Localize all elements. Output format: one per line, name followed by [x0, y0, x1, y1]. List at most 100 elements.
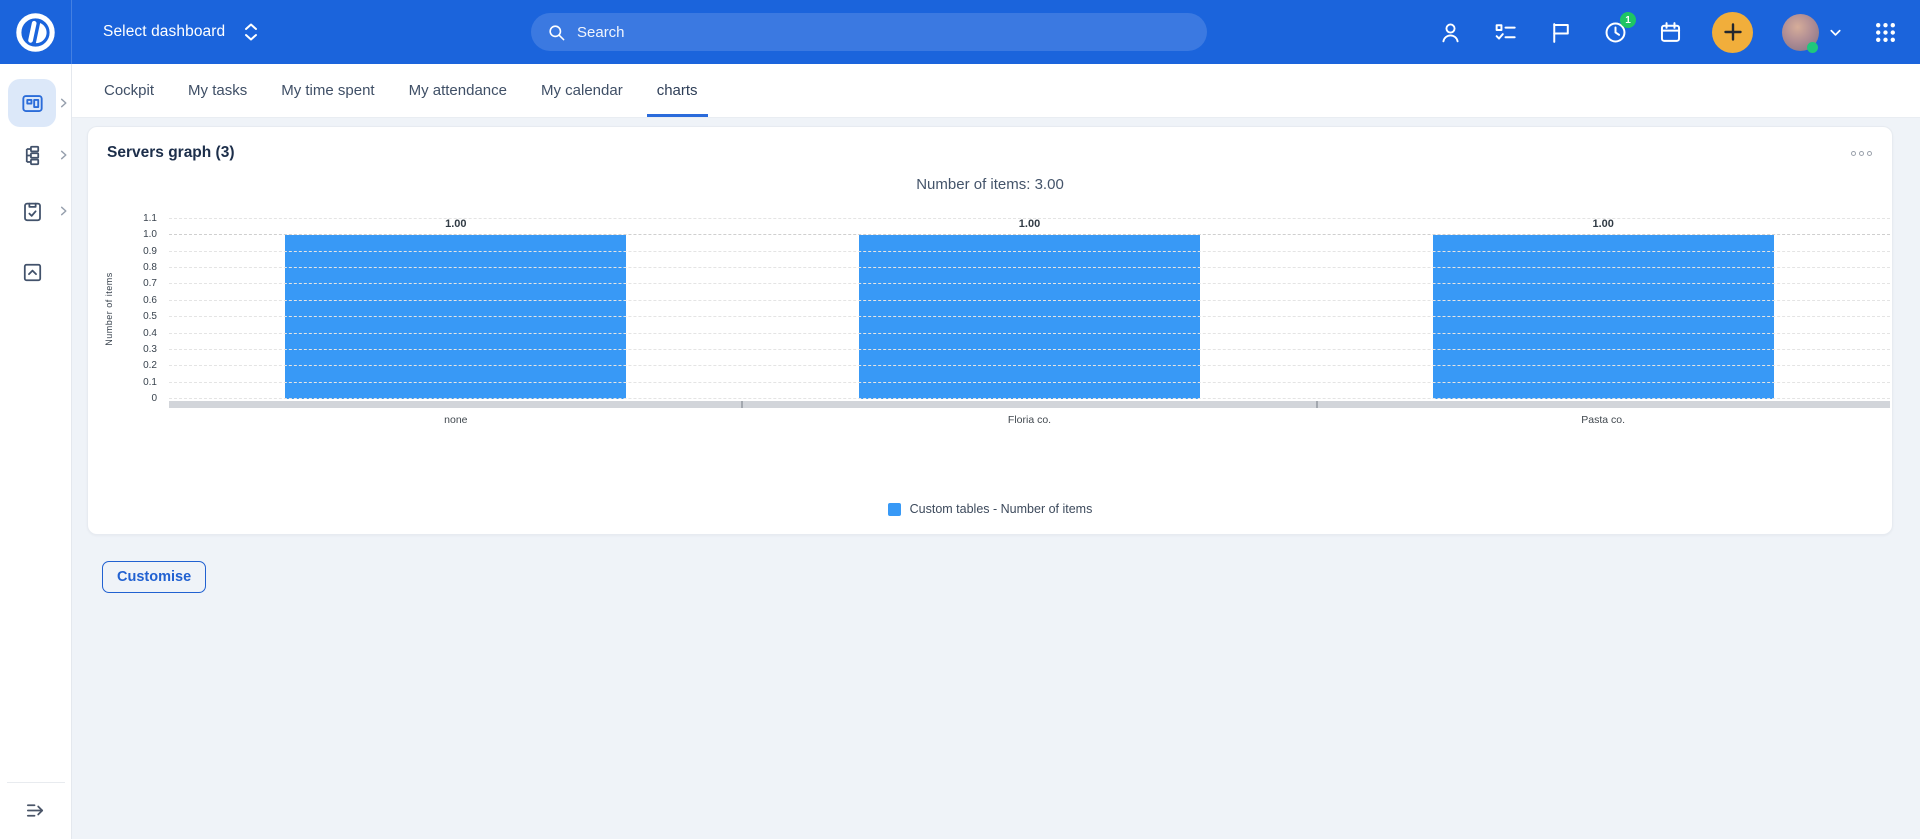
archive-button[interactable]	[8, 248, 56, 296]
chevron-right-icon[interactable]	[58, 150, 69, 161]
x-tick-label: none	[169, 412, 743, 432]
y-tick-label: 0.8	[117, 263, 157, 273]
sidebar-footer	[0, 769, 71, 839]
bar-floria-co.[interactable]	[859, 235, 1200, 399]
y-tick-label: 0.9	[117, 247, 157, 257]
gridline	[169, 316, 1890, 317]
dashboard-icon	[20, 91, 45, 116]
tab-my-calendar[interactable]: My calendar	[531, 64, 633, 117]
customise-button[interactable]: Customise	[102, 561, 206, 593]
tab-cockpit[interactable]: Cockpit	[94, 64, 164, 117]
axis-band-cell	[169, 401, 743, 408]
dashboard-switcher-icon	[243, 22, 259, 42]
gridline	[169, 382, 1890, 383]
panel-title: Servers graph (3)	[88, 143, 1892, 163]
ellipsis-icon	[1851, 151, 1856, 156]
plot-area: Number of items 1.001.001.00 1.11.00.90.…	[169, 219, 1890, 399]
y-tick-label: 1.0	[117, 230, 157, 240]
sidebar-item-archive[interactable]	[0, 248, 71, 296]
chart: Number of items 1.001.001.00 1.11.00.90.…	[169, 219, 1890, 432]
y-tick-label: 0	[117, 394, 157, 404]
search-icon	[547, 23, 566, 42]
clipboard-check-icon	[20, 199, 45, 224]
bar-section: 1.00	[169, 219, 743, 399]
gridline	[169, 349, 1890, 350]
expand-sidebar-button[interactable]	[12, 796, 60, 824]
y-tick-label: 0.2	[117, 361, 157, 371]
legend-label: Custom tables - Number of items	[910, 502, 1093, 516]
dashboard-selector[interactable]: Select dashboard	[103, 22, 259, 42]
divider	[7, 782, 65, 783]
sidebar-item-tasks[interactable]	[0, 187, 71, 235]
gridline	[169, 300, 1890, 301]
brand-logo-icon	[15, 12, 56, 53]
expand-sidebar-icon	[24, 799, 47, 822]
flag-icon	[1548, 20, 1573, 45]
y-tick-label: 0.6	[117, 296, 157, 306]
gridline	[169, 283, 1890, 284]
bar-section: 1.00	[1316, 219, 1890, 399]
legend-swatch	[888, 503, 901, 516]
bar-value-label: 1.00	[743, 218, 1317, 230]
time-button[interactable]: 1	[1602, 19, 1628, 45]
tasks-button[interactable]	[1492, 19, 1518, 45]
gridline	[169, 218, 1890, 219]
chevron-right-icon[interactable]	[58, 98, 69, 109]
account-menu[interactable]	[1782, 14, 1843, 51]
gridline	[169, 251, 1890, 252]
y-tick-label: 1.1	[117, 214, 157, 224]
chart-legend[interactable]: Custom tables - Number of items	[88, 502, 1892, 516]
tab-charts[interactable]: charts	[647, 64, 708, 117]
x-tick-label: Floria co.	[743, 412, 1317, 432]
sidebar	[0, 64, 72, 839]
y-tick-label: 0.3	[117, 345, 157, 355]
apps-grid-icon	[1873, 20, 1898, 45]
tab-bar: Cockpit My tasks My time spent My attendanc…	[72, 64, 1920, 118]
topbar-actions: 1	[1437, 12, 1920, 53]
x-axis-labels: noneFloria co.Pasta co.	[169, 412, 1890, 432]
y-tick-label: 0.4	[117, 329, 157, 339]
brand-logo-button[interactable]	[0, 0, 72, 64]
tab-my-tasks[interactable]: My tasks	[178, 64, 257, 117]
main-area: Cockpit My tasks My time spent My attendanc…	[72, 64, 1920, 839]
sidebar-item-dashboards[interactable]	[0, 79, 71, 127]
tab-my-attendance[interactable]: My attendance	[399, 64, 517, 117]
chevron-down-icon	[1828, 25, 1843, 40]
gridline	[169, 267, 1890, 268]
profile-button[interactable]	[1437, 19, 1463, 45]
gridline	[169, 398, 1890, 399]
box-chevron-up-icon	[20, 260, 45, 285]
dashboard-content: Servers graph (3) Number of items: 3.00 …	[72, 118, 1920, 839]
announcements-button[interactable]	[1547, 19, 1573, 45]
dashboard-selector-label: Select dashboard	[103, 23, 225, 41]
apps-button[interactable]	[1872, 19, 1898, 45]
calendar-icon	[1658, 20, 1683, 45]
axis-band-cell	[1318, 401, 1890, 408]
bar-none[interactable]	[285, 235, 626, 399]
axis-band-cell	[743, 401, 1317, 408]
y-axis-label: Number of items	[104, 272, 114, 346]
hierarchy-button[interactable]	[8, 131, 56, 179]
x-axis-band	[169, 401, 1890, 408]
panel-menu-button[interactable]	[1847, 147, 1876, 160]
plus-icon	[1723, 22, 1743, 42]
checklist-icon	[1493, 20, 1518, 45]
search-input[interactable]	[577, 24, 1191, 41]
chart-panel: Servers graph (3) Number of items: 3.00 …	[87, 126, 1893, 535]
search-box[interactable]	[531, 13, 1207, 51]
sidebar-item-hierarchy[interactable]	[0, 131, 71, 179]
quick-add-button[interactable]	[1712, 12, 1753, 53]
avatar[interactable]	[1782, 14, 1819, 51]
bar-value-label: 1.00	[169, 218, 743, 230]
y-tick-label: 0.1	[117, 378, 157, 388]
dashboards-button[interactable]	[8, 79, 56, 127]
bar-section: 1.00	[743, 219, 1317, 399]
tab-my-time-spent[interactable]: My time spent	[271, 64, 384, 117]
calendar-button[interactable]	[1657, 19, 1683, 45]
gridline	[169, 333, 1890, 334]
bar-pasta-co.[interactable]	[1433, 235, 1774, 399]
chevron-right-icon[interactable]	[58, 206, 69, 217]
time-badge: 1	[1620, 12, 1636, 28]
y-tick-label: 0.7	[117, 279, 157, 289]
tasks-nav-button[interactable]	[8, 187, 56, 235]
